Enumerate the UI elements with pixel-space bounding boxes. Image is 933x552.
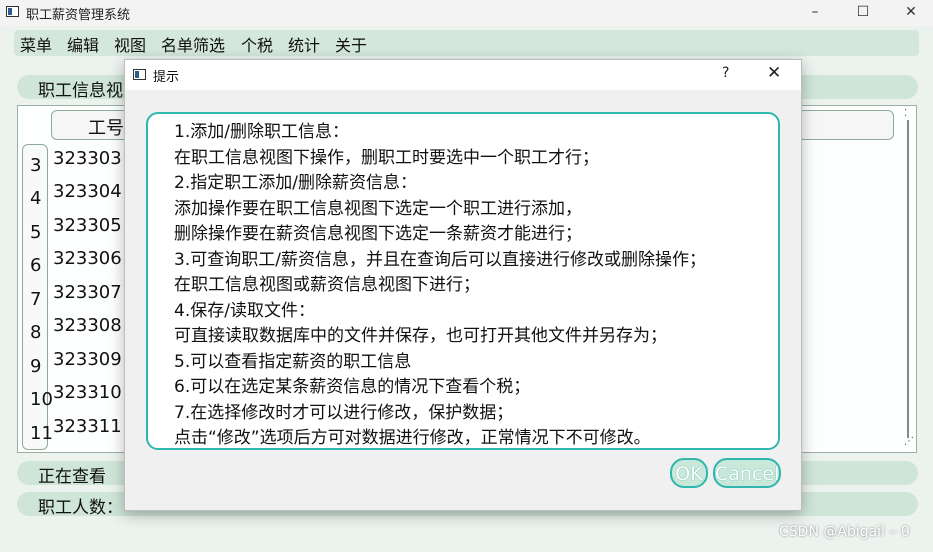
tip-line: 点击“修改”选项后方可对数据进行修改，正常情况下不可修改。 — [174, 428, 651, 448]
row-number-strip: 3 4 5 6 7 8 9 10 11 — [22, 144, 53, 450]
scroll-up-glyph: ⁚ — [904, 108, 908, 119]
menubar: 菜单 编辑 视图 名单筛选 个税 统计 关于 — [14, 30, 919, 56]
table-cell-id[interactable]: 323308 — [53, 315, 122, 336]
row-number[interactable]: 4 — [30, 188, 41, 209]
table-cell-id[interactable]: 323306 — [53, 248, 122, 269]
menu-item-menu[interactable]: 菜单 — [20, 32, 52, 56]
row-number[interactable]: 6 — [30, 255, 41, 276]
table-cell-id[interactable]: 323307 — [53, 282, 122, 303]
tip-line: 1.添加/删除职工信息： — [174, 122, 349, 142]
tip-text-area[interactable]: 1.添加/删除职工信息： 在职工信息视图下操作，删职工时要选中一个职工才行； 2… — [146, 112, 780, 450]
tip-line: 5.可以查看指定薪资的职工信息 — [174, 352, 412, 372]
ok-button[interactable]: OK — [670, 458, 708, 488]
menu-item-stats[interactable]: 统计 — [288, 32, 320, 56]
scrollbar-thumb[interactable] — [907, 120, 909, 438]
app-icon — [6, 6, 19, 17]
status-count-text: 职工人数： — [38, 498, 123, 518]
row-number[interactable]: 8 — [30, 322, 41, 343]
dialog-title: 提示 — [153, 70, 180, 85]
row-number[interactable]: 5 — [30, 222, 41, 243]
dialog-close-button[interactable]: ✕ — [767, 63, 781, 83]
close-button[interactable]: ✕ — [887, 0, 933, 26]
dialog-titlebar: 提示 ? ✕ — [125, 60, 801, 90]
table-cell-id[interactable]: 323309 — [53, 349, 122, 370]
column-header-last[interactable] — [798, 110, 894, 140]
tip-line: 在职工信息视图下操作，删职工时要选中一个职工才行； — [174, 148, 599, 168]
column-header-label: 工号 — [88, 118, 124, 139]
tip-line: 删除操作要在薪资信息视图下选定一条薪资才能进行； — [174, 224, 582, 244]
status-view-text: 正在查看 — [38, 467, 106, 487]
table-cell-id[interactable]: 323304 — [53, 181, 122, 202]
vertical-scrollbar[interactable]: ⁚ ⋰ — [902, 108, 914, 448]
tip-line: 7.在选择修改时才可以进行修改，保护数据； — [174, 403, 514, 423]
table-cell-id[interactable]: 323303 — [53, 148, 122, 169]
row-number[interactable]: 7 — [30, 289, 41, 310]
tip-dialog: 提示 ? ✕ 1.添加/删除职工信息： 在职工信息视图下操作，删职工时要选中一个… — [124, 59, 802, 511]
tip-line: 可直接读取数据库中的文件并保存，也可打开其他文件并另存为； — [174, 326, 667, 346]
table-cell-id[interactable]: 323305 — [53, 215, 122, 236]
row-number[interactable]: 10 — [30, 389, 53, 410]
resize-grip-icon: ⋰ — [904, 436, 914, 447]
maximize-button[interactable]: ☐ — [839, 0, 887, 26]
dialog-app-icon — [133, 69, 146, 80]
table-cell-id[interactable]: 323311 — [53, 416, 122, 437]
tip-line: 4.保存/读取文件： — [174, 301, 315, 321]
tip-line: 3.可查询职工/薪资信息，并且在查询后可以直接进行修改或删除操作； — [174, 250, 706, 270]
menu-item-view[interactable]: 视图 — [114, 32, 146, 56]
menu-item-about[interactable]: 关于 — [335, 32, 367, 56]
watermark-text: CSDN @Abigail – 0 — [779, 524, 910, 540]
minimize-button[interactable]: – — [791, 0, 839, 26]
menu-item-edit[interactable]: 编辑 — [67, 32, 99, 56]
section-title: 职工信息视 — [38, 81, 123, 101]
row-number[interactable]: 3 — [30, 155, 41, 176]
tip-line: 添加操作要在职工信息视图下选定一个职工进行添加， — [174, 199, 582, 219]
table-cell-id[interactable]: 323310 — [53, 382, 122, 403]
cancel-button[interactable]: Cancel — [713, 458, 781, 488]
tip-line: 在职工信息视图或薪资信息视图下进行； — [174, 275, 480, 295]
menu-item-tax[interactable]: 个税 — [241, 32, 273, 56]
row-number[interactable]: 11 — [30, 423, 53, 444]
tip-line: 6.可以在选定某条薪资信息的情况下查看个税； — [174, 377, 531, 397]
dialog-help-button[interactable]: ? — [722, 65, 729, 81]
tip-line: 2.指定职工添加/删除薪资信息： — [174, 173, 417, 193]
row-number[interactable]: 9 — [30, 356, 41, 377]
window-title: 职工薪资管理系统 — [26, 8, 131, 23]
window-titlebar: 职工薪资管理系统 – ☐ ✕ — [0, 0, 933, 26]
menu-item-filter[interactable]: 名单筛选 — [161, 32, 225, 56]
